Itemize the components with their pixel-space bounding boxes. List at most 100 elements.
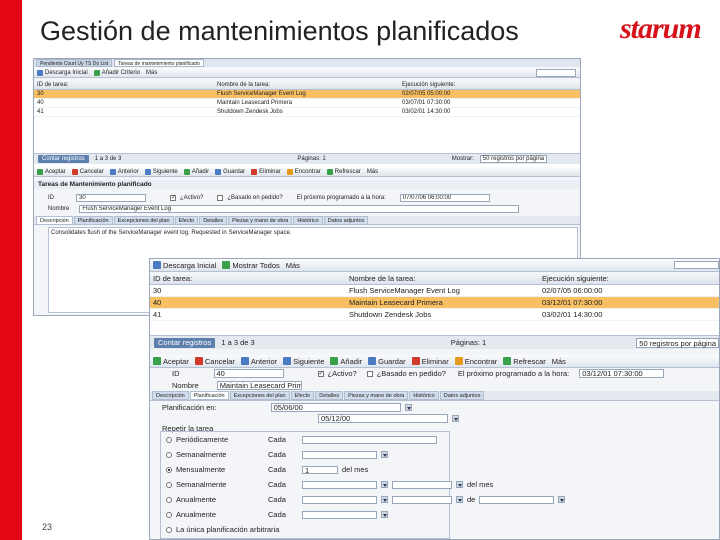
- download-button[interactable]: Descarga Inicial: [37, 69, 88, 76]
- option-row[interactable]: Periódicamente Cada: [166, 435, 437, 444]
- chevron-down-icon[interactable]: [558, 496, 566, 503]
- chevron-down-icon[interactable]: [404, 404, 412, 411]
- id-field[interactable]: 30: [76, 194, 146, 202]
- col-name[interactable]: Nombre de la tarea:: [214, 81, 399, 89]
- find-button[interactable]: Encontrar: [286, 168, 321, 175]
- accept-button[interactable]: Aceptar: [37, 168, 66, 175]
- per-page-select[interactable]: 50 registros por página: [479, 155, 548, 163]
- col-name[interactable]: Nombre de la tarea:: [346, 273, 539, 284]
- add-button[interactable]: Añadir: [183, 168, 209, 175]
- option-row[interactable]: Anualmente Cada: [166, 510, 388, 519]
- tab-attachments[interactable]: Datos adjuntos: [439, 391, 485, 400]
- find-button[interactable]: Encontrar: [454, 357, 497, 366]
- delete-button[interactable]: Eliminar: [251, 168, 281, 175]
- cancel-button[interactable]: Cancelar: [194, 357, 235, 366]
- cancel-button[interactable]: Cancelar: [71, 168, 104, 175]
- count-records-button[interactable]: Contar registros: [38, 155, 89, 163]
- next-button[interactable]: Siguiente: [144, 168, 178, 175]
- week-field[interactable]: [302, 480, 377, 489]
- tab-planning[interactable]: Planificación: [73, 216, 113, 225]
- next-run-field[interactable]: 03/12/01 07:30:00: [579, 369, 665, 378]
- radio-yearly-2[interactable]: [166, 511, 172, 518]
- col-next[interactable]: Ejecución siguiente:: [539, 273, 719, 284]
- chevron-down-icon[interactable]: [456, 481, 463, 488]
- show-all-button[interactable]: Mostrar Todos: [222, 261, 280, 270]
- chevron-down-icon[interactable]: [456, 496, 463, 503]
- chevron-down-icon[interactable]: [452, 415, 459, 422]
- table-row[interactable]: 30 Flush ServiceManager Event Log 02/07/…: [34, 90, 580, 99]
- tab-plan-exceptions[interactable]: Excepciones del plan: [113, 216, 174, 225]
- option-row[interactable]: Mensualmente Cada 1 del mes: [166, 465, 368, 474]
- chevron-down-icon[interactable]: [381, 481, 388, 488]
- radio-weekly[interactable]: [166, 451, 172, 458]
- active-checkbox[interactable]: [170, 194, 176, 201]
- radio-weekly-monthly[interactable]: [166, 481, 172, 488]
- monthly-day-field[interactable]: 1: [302, 465, 338, 474]
- tab-todo[interactable]: Pendiente Court Uy TS Do List: [36, 59, 113, 67]
- tab-parts[interactable]: Piezas y mano de obra: [228, 216, 293, 225]
- radio-monthly[interactable]: [166, 466, 172, 473]
- tab-details[interactable]: Detalles: [199, 216, 228, 225]
- year-month-field[interactable]: [479, 495, 555, 504]
- tab-attachments[interactable]: Datos adjuntos: [323, 216, 369, 225]
- chevron-down-icon[interactable]: [381, 496, 388, 503]
- radio-periodic[interactable]: [166, 436, 172, 443]
- search-field[interactable]: [536, 68, 576, 77]
- active-checkbox[interactable]: [317, 370, 324, 377]
- tab-planned-maintenance[interactable]: Tareas de mantenimiento planificado: [114, 59, 204, 67]
- tab-history[interactable]: Histórico: [409, 391, 439, 400]
- col-id[interactable]: ID de tarea:: [150, 273, 346, 284]
- save-button[interactable]: Guardar: [368, 357, 406, 366]
- option-row[interactable]: Semanalmente Cada: [166, 450, 388, 459]
- table-row[interactable]: 40 Maintain Leasecard Primera 03/07/01 0…: [34, 99, 580, 108]
- refresh-button[interactable]: Refrescar: [326, 168, 361, 175]
- save-button[interactable]: Guardar: [215, 168, 245, 175]
- table-row[interactable]: 30 Flush ServiceManager Event Log 02/07/…: [150, 285, 719, 297]
- option-row[interactable]: Semanalmente Cada del mes: [166, 480, 493, 489]
- accept-button[interactable]: Aceptar: [153, 357, 189, 366]
- col-id[interactable]: ID de tarea:: [34, 81, 214, 89]
- chevron-down-icon[interactable]: [381, 511, 388, 518]
- periodic-field[interactable]: [302, 435, 437, 444]
- per-page-select[interactable]: 50 registros por página: [636, 337, 719, 348]
- more-button[interactable]: Más: [146, 70, 157, 76]
- count-records-button[interactable]: Contar registros: [154, 337, 216, 348]
- add-criteria-button[interactable]: Añadir Criterio: [93, 69, 140, 76]
- tab-parts[interactable]: Piezas y mano de obra: [344, 391, 409, 400]
- tab-history[interactable]: Histórico: [293, 216, 323, 225]
- plan-end-field[interactable]: 05/12/00: [318, 414, 448, 423]
- tab-plan-exceptions[interactable]: Excepciones del plan: [229, 391, 290, 400]
- year-weekday-field[interactable]: [392, 495, 452, 504]
- more-button[interactable]: Más: [367, 169, 378, 175]
- plan-start-field[interactable]: 05/06/00: [270, 403, 401, 412]
- radio-arbitrary[interactable]: [166, 526, 172, 533]
- table-row[interactable]: 40 Maintain Leasecard Primera 03/12/01 0…: [150, 297, 719, 309]
- chevron-down-icon[interactable]: [381, 451, 388, 458]
- refresh-button[interactable]: Refrescar: [503, 357, 546, 366]
- name-field[interactable]: Maintain Leasecard Primera: [216, 381, 302, 390]
- tab-details[interactable]: Detalles: [315, 391, 344, 400]
- previous-button[interactable]: Anterior: [109, 168, 139, 175]
- annual-month-field[interactable]: [302, 510, 377, 519]
- table-row[interactable]: 41 Shutdown Zendesk Jobs 03/02/01 14:30:…: [150, 309, 719, 321]
- weekday-field[interactable]: [392, 480, 452, 489]
- col-next[interactable]: Ejecución siguiente:: [399, 81, 579, 89]
- more-button[interactable]: Más: [552, 357, 566, 366]
- based-on-order-checkbox[interactable]: [366, 370, 373, 377]
- year-day-field[interactable]: [302, 495, 377, 504]
- table-row[interactable]: 41 Shutdown Zendesk Jobs 03/02/01 14:30:…: [34, 108, 580, 117]
- option-row[interactable]: Anualmente Cada de: [166, 495, 566, 504]
- next-run-field[interactable]: 07/07/06 06:00:00: [399, 194, 490, 202]
- weekly-field[interactable]: [302, 450, 377, 459]
- based-on-order-checkbox[interactable]: [217, 195, 224, 201]
- tab-effect[interactable]: Efecto: [290, 391, 315, 400]
- delete-button[interactable]: Eliminar: [411, 357, 449, 366]
- option-row[interactable]: La única planificación arbitraria: [166, 525, 279, 534]
- search-field[interactable]: [674, 261, 719, 269]
- more-button[interactable]: Más: [286, 261, 300, 270]
- download-button[interactable]: Descarga Inicial: [153, 261, 216, 270]
- name-field[interactable]: Flush ServiceManager Event Log: [79, 205, 520, 213]
- next-button[interactable]: Siguiente: [283, 357, 324, 366]
- tab-description[interactable]: Descripción: [36, 216, 73, 225]
- radio-yearly[interactable]: [166, 496, 172, 503]
